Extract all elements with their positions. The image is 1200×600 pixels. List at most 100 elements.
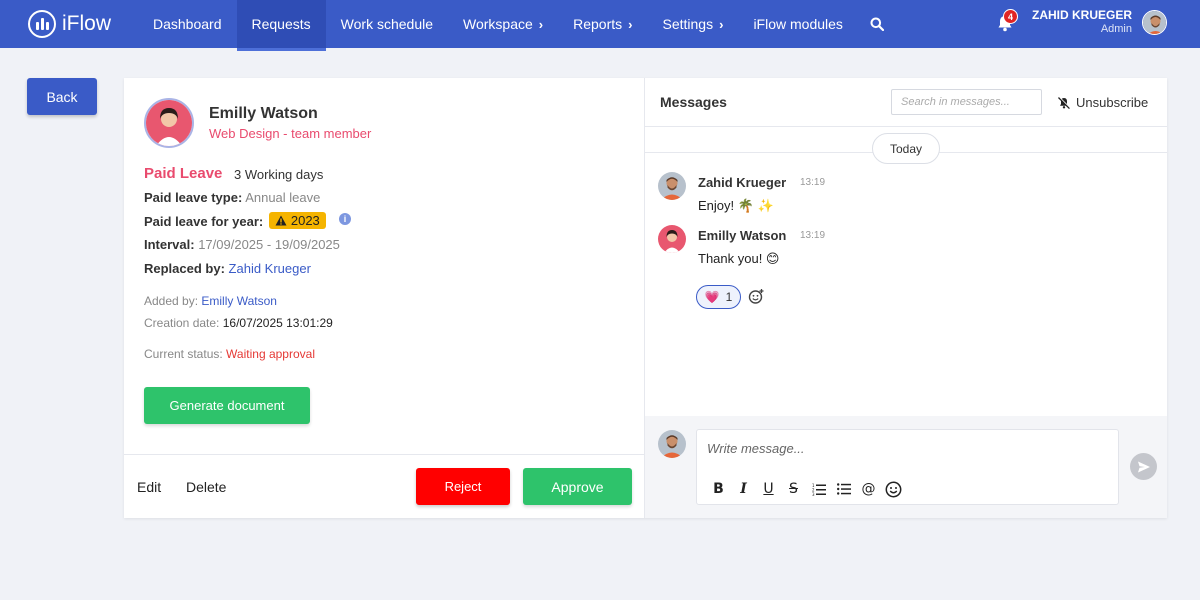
nav-iflow-modules[interactable]: iFlow modules	[738, 0, 857, 48]
nav-label: Reports	[573, 16, 623, 32]
ordered-list-icon[interactable]: 123	[806, 479, 831, 499]
send-icon[interactable]	[1130, 453, 1157, 480]
mention-icon[interactable]: @	[856, 479, 881, 499]
interval-row: Interval: 17/09/2025 - 19/09/2025	[144, 237, 340, 252]
edit-button[interactable]: Edit	[137, 479, 161, 495]
strikethrough-icon[interactable]: S	[781, 479, 806, 499]
messages-panel: Messages Unsubscribe Today Zahid Krueger…	[645, 78, 1167, 518]
app-name: iFlow	[62, 12, 112, 35]
delete-button[interactable]: Delete	[186, 479, 226, 495]
current-user-avatar	[658, 430, 686, 458]
reaction-chip[interactable]: 💗 1	[696, 285, 741, 309]
message-time: 13:19	[800, 177, 826, 188]
nav-label: Settings	[662, 16, 714, 32]
chevron-right-icon: ›	[538, 16, 544, 32]
user-name: ZAHID KRUEGER	[1031, 8, 1132, 22]
message-search-input[interactable]	[891, 89, 1042, 115]
message-composer: B I U S 123 @	[696, 429, 1119, 505]
chevron-right-icon: ›	[628, 16, 633, 32]
date-divider-label: Today	[872, 133, 940, 164]
message-author: Zahid Krueger	[698, 175, 787, 190]
divider	[645, 126, 1167, 127]
message-author: Emilly Watson	[698, 228, 787, 243]
nav-work-schedule[interactable]: Work schedule	[326, 0, 448, 48]
reaction-emoji: 💗	[704, 290, 720, 304]
message-author-avatar	[658, 225, 686, 253]
notification-count-badge: 4	[1003, 9, 1018, 24]
emoji-icon[interactable]	[881, 479, 906, 499]
add-reaction-icon[interactable]	[748, 288, 765, 308]
chevron-right-icon: ›	[719, 16, 724, 32]
user-role: Admin	[1100, 23, 1132, 35]
status-value: Waiting approval	[226, 347, 315, 361]
field-value: 17/09/2025 - 19/09/2025	[198, 237, 340, 252]
field-label: Current status:	[144, 347, 223, 361]
main-nav: Dashboard Requests Work schedule Workspa…	[138, 0, 896, 51]
field-label: Interval:	[144, 237, 195, 252]
bell-off-icon	[1057, 96, 1071, 109]
user-avatar[interactable]	[1142, 10, 1167, 35]
app-logo[interactable]: iFlow	[28, 10, 138, 38]
reject-button[interactable]: Reject	[416, 468, 510, 505]
message-time: 13:19	[800, 230, 826, 241]
added-by-row: Added by: Emilly Watson	[144, 294, 277, 308]
nav-label: iFlow modules	[753, 16, 843, 32]
employee-avatar	[144, 98, 194, 148]
message-text: Enjoy! 🌴 ✨	[698, 198, 774, 213]
working-days: 3 Working days	[234, 167, 324, 182]
nav-workspace[interactable]: Workspace ›	[448, 0, 558, 48]
reaction-count: 1	[725, 290, 733, 304]
creation-date-row: Creation date: 16/07/2025 13:01:29	[144, 316, 333, 330]
field-label: Replaced by:	[144, 261, 225, 276]
message-author-avatar	[658, 172, 686, 200]
message-input[interactable]	[707, 438, 1107, 458]
underline-icon[interactable]: U	[756, 479, 781, 499]
search-icon[interactable]	[858, 0, 896, 48]
unsubscribe-label: Unsubscribe	[1076, 95, 1149, 110]
added-by-link[interactable]: Emilly Watson	[201, 294, 277, 308]
nav-label: Work schedule	[340, 16, 433, 32]
nav-reports[interactable]: Reports ›	[558, 0, 647, 48]
field-label: Creation date:	[144, 316, 220, 330]
iflow-logo-icon	[28, 10, 56, 38]
field-label: Added by:	[144, 294, 199, 308]
bullet-list-icon[interactable]	[831, 479, 856, 499]
request-card: Emilly Watson Web Design - team member P…	[124, 78, 1167, 518]
employee-name: Emilly Watson	[209, 105, 318, 122]
messages-title: Messages	[660, 94, 727, 110]
status-row: Current status: Waiting approval	[144, 347, 315, 361]
bold-icon[interactable]: B	[706, 479, 731, 499]
back-button[interactable]: Back	[27, 78, 97, 115]
generate-document-button[interactable]: Generate document	[144, 387, 310, 424]
nav-label: Dashboard	[153, 16, 222, 32]
year-value: 2023	[290, 213, 320, 228]
nav-dashboard[interactable]: Dashboard	[138, 0, 237, 48]
paid-leave-type-row: Paid leave type: Annual leave	[144, 190, 320, 205]
replaced-by-link[interactable]: Zahid Krueger	[229, 261, 311, 276]
warning-icon	[275, 215, 287, 226]
nav-label: Workspace	[463, 16, 533, 32]
leave-type-title: Paid Leave	[144, 165, 223, 182]
field-label: Paid leave for year:	[144, 214, 264, 229]
employee-role: Web Design - team member	[209, 126, 372, 141]
nav-requests[interactable]: Requests	[236, 0, 326, 51]
unsubscribe-button[interactable]: Unsubscribe	[1057, 95, 1148, 110]
paid-leave-year-row: Paid leave for year: 2023	[144, 212, 326, 229]
svg-text:3: 3	[812, 492, 815, 496]
italic-icon[interactable]: I	[731, 479, 756, 499]
request-details-panel: Emilly Watson Web Design - team member P…	[124, 78, 645, 518]
year-warning-badge: 2023	[268, 212, 326, 229]
field-value: Annual leave	[245, 190, 321, 205]
field-value: 16/07/2025 13:01:29	[222, 316, 333, 330]
formatting-toolbar: B I U S 123 @	[706, 479, 906, 499]
divider	[124, 454, 645, 455]
approve-button[interactable]: Approve	[523, 468, 632, 505]
field-label: Paid leave type:	[144, 190, 243, 205]
user-menu[interactable]: ZAHID KRUEGER Admin	[1020, 8, 1132, 35]
message-text: Thank you! 😊	[698, 251, 780, 266]
nav-settings[interactable]: Settings ›	[648, 0, 739, 48]
top-navbar: iFlow Dashboard Requests Work schedule W…	[0, 0, 1200, 51]
nav-label: Requests	[251, 16, 311, 32]
info-icon[interactable]: i	[339, 213, 351, 225]
replaced-by-row: Replaced by: Zahid Krueger	[144, 261, 311, 276]
